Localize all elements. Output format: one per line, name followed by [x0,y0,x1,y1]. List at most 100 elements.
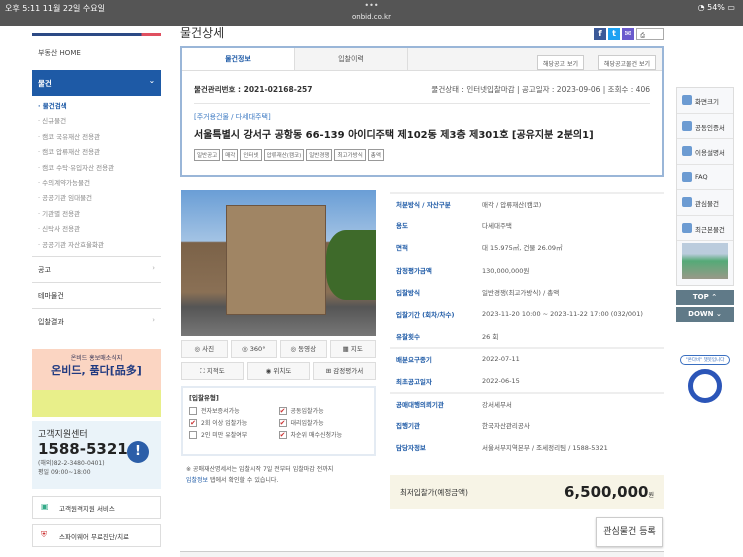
url-bar[interactable]: onbid.co.kr [0,13,743,21]
detail-value: 다세대주택 [482,222,512,231]
property-photo[interactable] [181,190,376,336]
view-notice-items-button[interactable]: 해당공고물건 보기 [597,55,656,70]
quick-menu-item[interactable]: FAQ [677,165,733,190]
grid-icon: ⛶ [200,367,207,375]
tag: 인터넷 [240,149,262,161]
sidebar-subitem[interactable]: · 공공기관 임대물건 [38,192,161,207]
cs-hours: 평일 09:00~18:00 [38,469,91,476]
tag: 총액 [367,149,384,161]
photo-button-label: 지적도 [206,367,225,375]
quick-menu-item[interactable]: 관심물건 [677,190,733,216]
checkbox [189,430,197,439]
item-category: [주거용건물 / 다세대주택] [194,113,271,121]
sidebar-subitem[interactable]: · 캠코 압류재산 전용관 [38,146,161,161]
detail-key: 감정평가금액 [396,266,432,275]
photo-button-label: 위치도 [273,367,292,375]
detail-row: 최초공고일자 2022-06-15 [390,370,664,392]
tab-item-info[interactable]: 물건정보 [182,48,295,70]
sidebar-item[interactable]: 공고 › [32,255,161,282]
sidebar-subitem[interactable]: · 공공기관 자산효율화관 [38,239,161,254]
camera-icon: ◎ [290,345,299,353]
photo-button[interactable]: ◎ 사진 [181,340,228,358]
top-button[interactable]: TOP ⌃ [676,290,734,305]
detail-row: 배분요구종기 2022-07-11 [390,347,664,369]
chatbot-button[interactable]: "온다비" 챗봇입니다 [680,355,730,415]
recent-item-thumbnail[interactable] [682,243,728,279]
photo-button[interactable]: ◉ 위치도 [247,362,310,380]
down-button[interactable]: DOWN ⌄ [676,307,734,322]
photo-button[interactable]: ◎ 360° [230,340,277,358]
spyware-button[interactable]: ⛨ 스파이웨어 무료진단/치료 [32,524,161,547]
battery: ◔ 54% ▭ [697,3,735,12]
detail-row: 담당자정보 서울서부지역본부 / 조세정리팀 / 1588-5321 [390,436,664,458]
photo-button[interactable]: ◎ 동영상 [280,340,327,358]
quick-menu-label: 최근본물건 [695,225,725,234]
min-bid-price: 최저입찰가(예정금액) 6,500,000원 [390,475,664,509]
detail-row: 감정평가금액 130,000,000원 [390,259,664,281]
twitter-icon[interactable]: t [608,28,620,40]
quick-menu: 화면크기 공동인증서 이용설명서 FAQ 관심물건최근본물건 [676,87,734,286]
share-bar: f t ✉ ⎙인쇄 [594,28,664,40]
sidebar-home[interactable]: 부동산 HOME [32,36,161,70]
banner-subtitle: 온비드 홍보매소식지 [70,355,123,362]
phone-icon: ! [127,441,149,463]
bid-type-label: 차순위 매수신청가능 [290,432,343,439]
bid-type-label: 2회 이상 입찰가능 [201,420,248,427]
detail-value: 2022-06-15 [482,376,520,385]
quick-menu-icon [682,197,692,207]
detail-value: 강서세무서 [482,400,512,409]
bid-type-option: ✔ 2회 이상 입찰가능 [189,418,279,427]
detail-value: 2022-07-11 [482,355,520,364]
detail-value: 26 회 [482,333,499,342]
checkbox: ✔ [189,418,197,427]
add-favorite-button[interactable]: 관심물건 등록 [596,517,663,547]
detail-key: 최초공고일자 [396,377,432,386]
bid-type-label: 대리입찰가능 [290,420,324,427]
mail-icon[interactable]: ✉ [622,28,634,40]
sidebar-subitem[interactable]: · 신규물건 [38,115,161,130]
sidebar-subitem[interactable]: · 물건검색 [38,100,161,115]
sidebar-item[interactable]: 테마물건 [32,281,161,308]
tag: 최고가방식 [334,149,366,161]
detail-key: 유찰횟수 [396,333,420,342]
note: ※ 공매재산명세서는 입찰시작 7일 전부터 입찰마감 전까지 입찰정보 탭에서 … [186,466,334,484]
detail-row: 공매대행의뢰기관 강서세무서 [390,391,664,414]
bid-type-label: 2인 미만 유찰여부 [201,432,248,439]
bid-type-option: 2인 미만 유찰여부 [189,430,279,439]
sidebar-subitem[interactable]: · 캠코 국유재산 전용관 [38,131,161,146]
quick-menu-label: 관심물건 [695,200,719,208]
detail-key: 배분요구종기 [396,356,432,365]
quick-menu-item[interactable]: 최근본물건 [677,216,733,241]
sidebar-item-active[interactable]: 물건 ⌄ [32,70,161,96]
photo-button[interactable]: ⊞ 감정평가서 [313,362,376,380]
facebook-icon[interactable]: f [594,28,606,40]
bottom-tabs[interactable] [180,551,664,557]
remote-support-button[interactable]: ▣ 고객원격지원 서비스 [32,496,161,519]
sidebar-subitem[interactable]: · 신탁사 전용관 [38,223,161,238]
detail-row: 입찰기간 (회차/차수) 2023-11-20 10:00 ~ 2023-11-2… [390,303,664,325]
status-dots[interactable]: ••• [0,1,743,10]
checkbox: ✔ [278,418,287,427]
sidebar-subitem[interactable]: · 기관별 전용관 [38,208,161,223]
detail-value: 130,000,000원 [482,266,530,275]
print-button[interactable]: ⎙인쇄 [636,28,664,40]
bid-info-link[interactable]: 입찰정보 [186,477,208,484]
sidebar-subitem[interactable]: · 캠코 수탁·유입자산 전용관 [38,162,161,177]
tag: 압류재산(캠코) [263,149,305,161]
promo-banner[interactable]: 온비드 홍보매소식지 온비드, 품다[品多] [32,349,161,417]
quick-menu-item[interactable]: 공동인증서 [677,114,733,139]
detail-key: 담당자정보 [396,444,426,453]
sidebar-item[interactable]: 입찰결과 › [32,307,161,334]
photo-button-label: 지도 [350,345,363,353]
photo-button[interactable]: ⛶ 지적도 [181,362,244,380]
view-notice-button[interactable]: 해당공고 보기 [536,55,584,70]
detail-key: 공매대행의뢰기관 [396,400,444,409]
quick-menu-item[interactable]: 화면크기 [677,88,733,114]
quick-menu-item[interactable]: 이용설명서 [677,139,733,165]
sidebar: 부동산 HOME 물건 ⌄ · 물건검색 · 신규물건 · 캠코 국유재산 전용관 · … [32,33,161,334]
tab-bid-history[interactable]: 입찰이력 [295,48,408,70]
quick-menu-icon [682,120,692,131]
sidebar-subitem[interactable]: · 수의계약가능물건 [38,177,161,192]
photo-button[interactable]: ▦ 지도 [329,340,376,358]
bid-type-label: 전자보증서가능 [201,408,240,415]
